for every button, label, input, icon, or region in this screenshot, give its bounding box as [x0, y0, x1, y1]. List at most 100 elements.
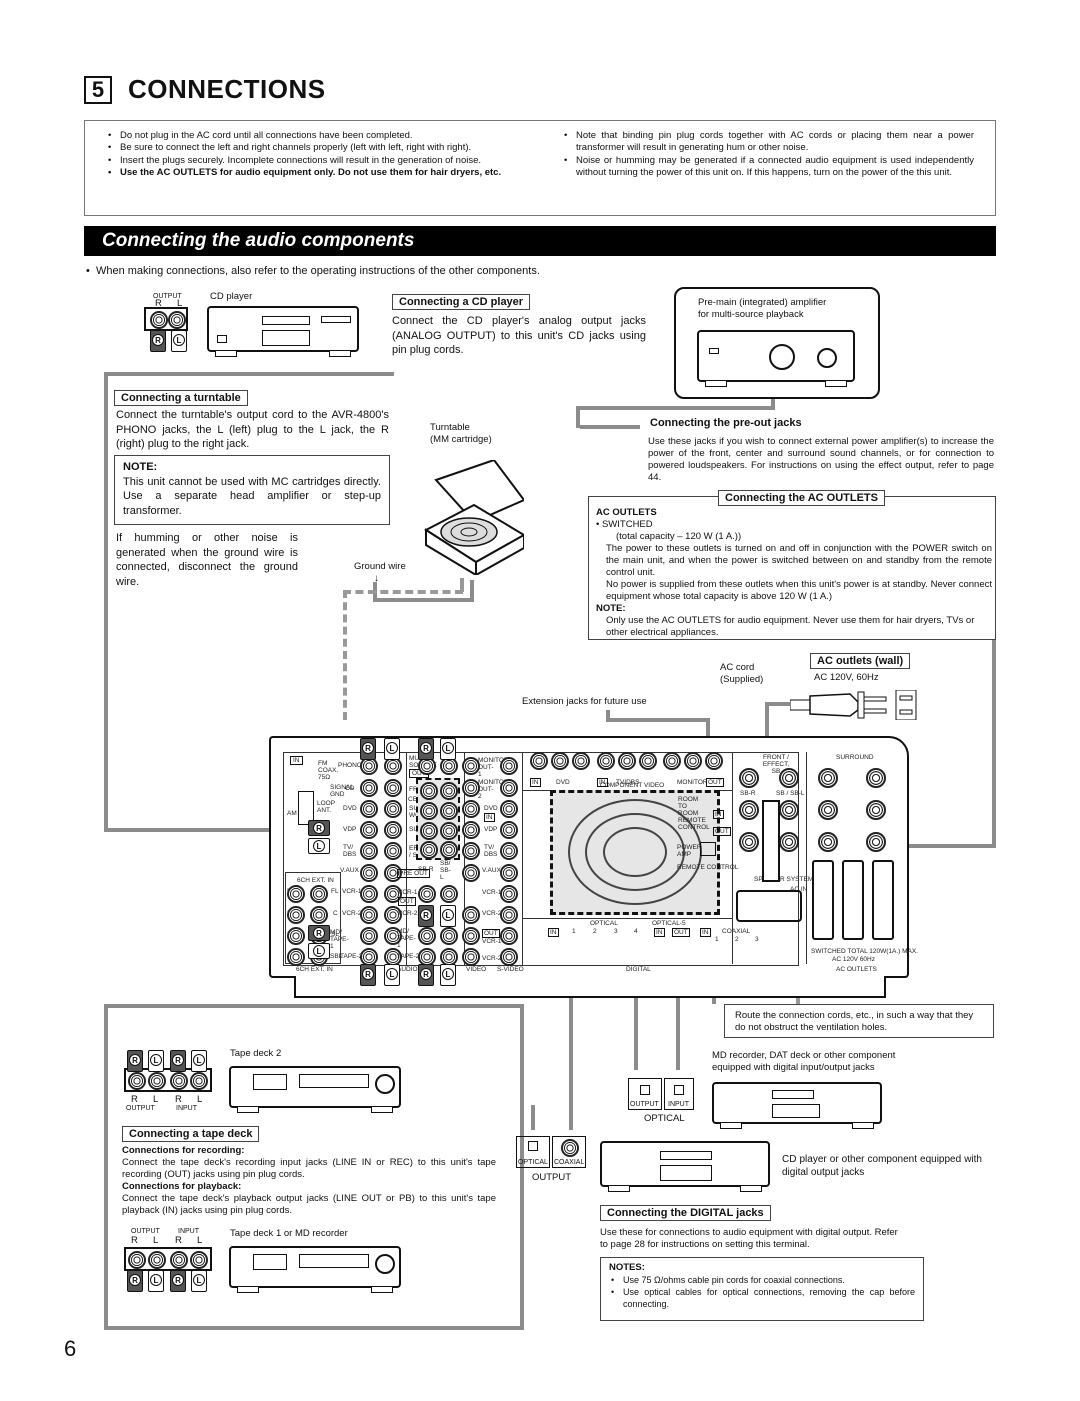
plug-r: R [170, 1270, 186, 1292]
outlet-plug [842, 860, 864, 940]
label-in-opt5: IN [654, 928, 665, 937]
label-coaxial: COAXIAL [722, 928, 751, 935]
cd-body: Connect the CD player's analog output ja… [392, 315, 646, 356]
turntable-note-box: NOTE: This unit cannot be used with MC c… [114, 455, 390, 525]
plug-r: R [170, 1050, 186, 1072]
cd-output-panel [144, 307, 188, 331]
label-optical5: OPTICAL-5 [652, 920, 686, 927]
power-button [217, 335, 227, 343]
ac-outlets-title: Connecting the AC OUTLETS [718, 490, 885, 506]
md-output-label: OUTPUT [630, 1101, 659, 1108]
md-display [772, 1104, 820, 1118]
jack [170, 1072, 188, 1090]
label-in-dvd: IN [530, 778, 541, 787]
label-in: IN [290, 756, 303, 765]
label-loop-ant: LOOP ANT. [317, 800, 335, 814]
turntable-body: Connect the turntable's output cord to t… [116, 409, 389, 450]
label-md-tape1-out: MD/ TAPE-1 [397, 928, 416, 949]
plug-r: R [150, 330, 166, 352]
jack [500, 821, 518, 839]
label-switched-total: SWITCHED TOTAL 120W(1A.) MAX. [811, 948, 919, 955]
preout-group [416, 778, 460, 860]
rear-panel-base [294, 976, 886, 998]
label-coax-2: 2 [735, 936, 739, 943]
md-optical-output: OUTPUT [628, 1078, 662, 1110]
jack [663, 752, 681, 770]
jack [360, 927, 378, 945]
caution-item: Use the AC OUTLETS for audio equipment o… [106, 167, 520, 180]
label-coax-1: 1 [715, 936, 719, 943]
buttons [321, 316, 351, 323]
plug-l: L [191, 1050, 207, 1072]
plug-r: R [418, 738, 434, 760]
cable [470, 580, 474, 602]
tape2-label: Tape deck 2 [230, 1048, 282, 1059]
label-opt-2: 2 [593, 928, 597, 935]
label-ext-in-bottom: 6CH EXT. IN [296, 966, 333, 973]
label-tvdbs-v: TV/ DBS [484, 844, 498, 858]
jack [462, 800, 480, 818]
digital-title-wrap: Connecting the DIGITAL jacks [600, 1203, 771, 1221]
speaker-terminal [866, 832, 886, 852]
caution-item: Be sure to connect the left and right ch… [106, 142, 520, 155]
tape1-r2: R [175, 1235, 182, 1246]
label-opt-4: 4 [634, 928, 638, 935]
extension-label: Extension jacks for future use [522, 696, 647, 707]
cable [765, 702, 791, 706]
plug-l: L [440, 964, 456, 986]
tape-content: Connections for recording: Connect the t… [122, 1145, 496, 1217]
label-tape2-out: TAPE-2 [397, 953, 420, 960]
label-in-optical: IN [548, 928, 559, 937]
cassette-door [253, 1254, 287, 1270]
jack [287, 927, 305, 945]
display [262, 330, 310, 346]
tape-deck-2-device [229, 1066, 401, 1113]
jack [418, 927, 436, 945]
fan-ring [603, 827, 667, 877]
tape1-jack-panel [124, 1247, 212, 1271]
label-monitor-out2: MONITOR OUT-2 [478, 779, 509, 800]
jack [500, 864, 518, 882]
disc-tray [660, 1151, 712, 1160]
digital-optical-label: OPTICAL [518, 1159, 548, 1166]
knob [375, 1074, 395, 1094]
jack [420, 822, 438, 840]
jack [384, 821, 402, 839]
plug-l: L [384, 964, 400, 986]
plug-r: R [308, 820, 330, 836]
turntable-note-heading: NOTE: [123, 461, 158, 473]
plug-l: L [440, 738, 456, 760]
ac-outlets-note-body: Only use the AC OUTLETS for audio equipm… [606, 615, 975, 638]
plug-l: L [308, 943, 330, 959]
ac-plug-icon [789, 689, 920, 721]
plug-l: L [148, 1050, 164, 1072]
divider [732, 752, 733, 964]
label-dvd-v: DVD [484, 805, 498, 812]
preout-title: Connecting the pre-out jacks [650, 417, 802, 429]
plug-r: R [360, 964, 376, 986]
amp-label-2: for multi-source playback [698, 309, 804, 320]
jack [500, 948, 518, 966]
jack [705, 752, 723, 770]
cable [992, 640, 996, 848]
cd-player-label: CD player [210, 291, 253, 302]
label-vcr1: VCR-1 [342, 888, 362, 895]
jack [500, 927, 518, 945]
label-surround-spk: SURROUND [836, 754, 874, 761]
speaker-terminal [779, 800, 799, 820]
jack [639, 752, 657, 770]
ac-outlets-para1: The power to these outlets is turned on … [606, 543, 992, 578]
ac-outlets-capacity: (total capacity – 120 W (1 A.)) [616, 531, 742, 542]
label-sb-sbl: SB/ SB-L [440, 860, 451, 881]
md-label-2: equipped with digital input/output jacks [712, 1062, 875, 1073]
ac-outlets-title-wrap: Connecting the AC OUTLETS [718, 488, 885, 506]
label-vdp: VDP [343, 826, 357, 833]
jack [440, 822, 458, 840]
jack [462, 864, 480, 882]
hum-text: If humming or other noise is generated w… [116, 532, 298, 588]
tape2-r1: R [131, 1094, 138, 1105]
speaker-terminal [818, 800, 838, 820]
speaker-terminal [866, 768, 886, 788]
label-sl: SL [331, 931, 339, 938]
volume-knob [769, 344, 795, 370]
